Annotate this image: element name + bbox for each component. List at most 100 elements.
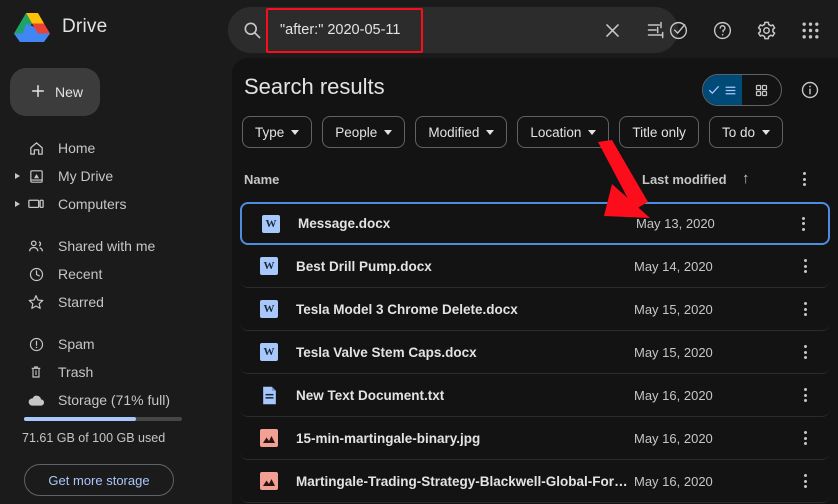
computer-icon xyxy=(26,194,46,214)
plus-icon xyxy=(29,82,47,103)
chevron-right-icon[interactable] xyxy=(15,173,20,179)
row-options-kebab-icon[interactable] xyxy=(794,384,816,406)
file-name: Martingale-Trading-Strategy-Blackwell-Gl… xyxy=(296,473,631,489)
close-icon[interactable] xyxy=(590,7,634,53)
chip-type[interactable]: Type xyxy=(242,116,313,148)
sort-ascending-icon[interactable]: ↑ xyxy=(742,170,750,187)
sidebar-item-label: Trash xyxy=(58,364,94,380)
sidebar-item-trash[interactable]: Trash xyxy=(0,358,232,386)
image-file-icon xyxy=(258,427,280,449)
get-more-storage-button[interactable]: Get more storage xyxy=(24,464,174,496)
apps-grid-icon[interactable] xyxy=(790,7,830,53)
chip-modified[interactable]: Modified xyxy=(415,116,508,148)
home-icon xyxy=(26,138,46,158)
chevron-right-icon[interactable] xyxy=(15,201,20,207)
chevron-down-icon xyxy=(486,129,495,135)
list-view-button[interactable] xyxy=(703,75,742,105)
brand[interactable]: Drive xyxy=(14,11,107,43)
search-bar[interactable] xyxy=(228,7,678,53)
sidebar-item-my-drive[interactable]: My Drive xyxy=(0,162,232,190)
tasks-icon[interactable] xyxy=(658,7,698,53)
sidebar-item-label: Storage (71% full) xyxy=(58,392,171,408)
word-doc-icon: W xyxy=(258,341,280,363)
info-icon[interactable] xyxy=(800,80,820,105)
exclamation-icon xyxy=(26,334,46,354)
sidebar-item-home[interactable]: Home xyxy=(0,134,232,162)
sidebar-item-recent[interactable]: Recent xyxy=(0,260,232,288)
sidebar-item-spam[interactable]: Spam xyxy=(0,330,232,358)
star-icon xyxy=(26,292,46,312)
file-modified-date: May 15, 2020 xyxy=(634,344,713,360)
row-options-kebab-icon[interactable] xyxy=(794,341,816,363)
column-header-name[interactable]: Name xyxy=(244,172,279,187)
row-options-kebab-icon[interactable] xyxy=(794,298,816,320)
row-options-kebab-icon[interactable] xyxy=(792,213,814,235)
sidebar-item-shared-with-me[interactable]: Shared with me xyxy=(0,232,232,260)
column-options-kebab-icon[interactable] xyxy=(792,168,816,190)
table-row[interactable]: Martingale-Trading-Strategy-Blackwell-Gl… xyxy=(240,460,830,503)
text-file-icon xyxy=(258,384,280,406)
storage-usage-text: 71.61 GB of 100 GB used xyxy=(22,431,166,445)
chip-location[interactable]: Location xyxy=(517,116,610,148)
people-icon xyxy=(26,236,46,256)
clock-icon xyxy=(26,264,46,284)
sidebar-item-label: Recent xyxy=(58,266,103,282)
sidebar-item-storage[interactable]: Storage (71% full) xyxy=(0,386,232,414)
search-input[interactable] xyxy=(276,7,590,53)
table-row[interactable]: W Message.docx May 13, 2020 xyxy=(240,202,830,245)
file-modified-date: May 15, 2020 xyxy=(634,301,713,317)
sidebar-item-computers[interactable]: Computers xyxy=(0,190,232,218)
view-toggle[interactable] xyxy=(702,74,782,106)
chip-people[interactable]: People xyxy=(322,116,406,148)
trash-icon xyxy=(26,362,46,382)
main-panel: Search results Type People Modified Loca… xyxy=(232,58,838,504)
word-doc-icon: W xyxy=(258,255,280,277)
settings-icon[interactable] xyxy=(746,7,786,53)
table-row[interactable]: W Tesla Model 3 Chrome Delete.docx May 15,… xyxy=(240,288,830,331)
sidebar-item-starred[interactable]: Starred xyxy=(0,288,232,316)
table-row[interactable]: 15-min-martingale-binary.jpg May 16, 2020 xyxy=(240,417,830,460)
sidebar-item-label: Shared with me xyxy=(58,238,156,254)
filter-chip-row: Type People Modified Location Title only… xyxy=(242,116,783,148)
grid-view-button[interactable] xyxy=(742,75,781,105)
brand-name: Drive xyxy=(62,16,108,37)
top-icon-group xyxy=(658,7,830,53)
row-options-kebab-icon[interactable] xyxy=(794,470,816,492)
google-drive-logo xyxy=(14,11,50,43)
drive-window: Drive "after:" 2020-05-11 New Home My Dr… xyxy=(0,0,838,504)
new-button[interactable]: New xyxy=(10,68,100,116)
file-name: Message.docx xyxy=(298,216,391,231)
chip-label: People xyxy=(335,124,378,140)
chevron-down-icon xyxy=(588,129,597,135)
chip-label: Modified xyxy=(428,124,480,140)
nav-divider-space xyxy=(0,218,232,232)
sidebar-item-label: Home xyxy=(58,140,96,156)
word-doc-icon: W xyxy=(260,213,282,235)
chip-label: Location xyxy=(530,124,582,140)
file-modified-date: May 16, 2020 xyxy=(634,387,713,403)
sidebar: New Home My Drive Computers Shared with … xyxy=(0,60,232,504)
file-modified-date: May 13, 2020 xyxy=(636,216,715,231)
table-row[interactable]: New Text Document.txt May 16, 2020 xyxy=(240,374,830,417)
column-header-last-modified[interactable]: Last modified xyxy=(642,172,727,187)
drive-icon xyxy=(26,166,46,186)
row-options-kebab-icon[interactable] xyxy=(794,255,816,277)
row-options-kebab-icon[interactable] xyxy=(794,427,816,449)
file-modified-date: May 14, 2020 xyxy=(634,258,713,274)
table-row[interactable]: W Best Drill Pump.docx May 14, 2020 xyxy=(240,245,830,288)
new-button-label: New xyxy=(55,84,84,100)
table-row[interactable]: W Tesla Valve Stem Caps.docx May 15, 2020 xyxy=(240,331,830,374)
search-icon[interactable] xyxy=(228,7,276,53)
file-name: Tesla Model 3 Chrome Delete.docx xyxy=(296,301,518,317)
image-file-icon xyxy=(258,470,280,492)
file-modified-date: May 16, 2020 xyxy=(634,473,713,489)
file-name: Tesla Valve Stem Caps.docx xyxy=(296,344,477,360)
storage-progress-fill xyxy=(24,417,137,421)
file-name: 15-min-martingale-binary.jpg xyxy=(296,430,481,446)
sidebar-item-label: Computers xyxy=(58,196,127,212)
chip-label: To do xyxy=(721,124,755,140)
file-modified-date: May 16, 2020 xyxy=(634,430,713,446)
help-icon[interactable] xyxy=(702,7,742,53)
chip-title-only[interactable]: Title only xyxy=(619,116,699,148)
chip-to-do[interactable]: To do xyxy=(708,116,783,148)
